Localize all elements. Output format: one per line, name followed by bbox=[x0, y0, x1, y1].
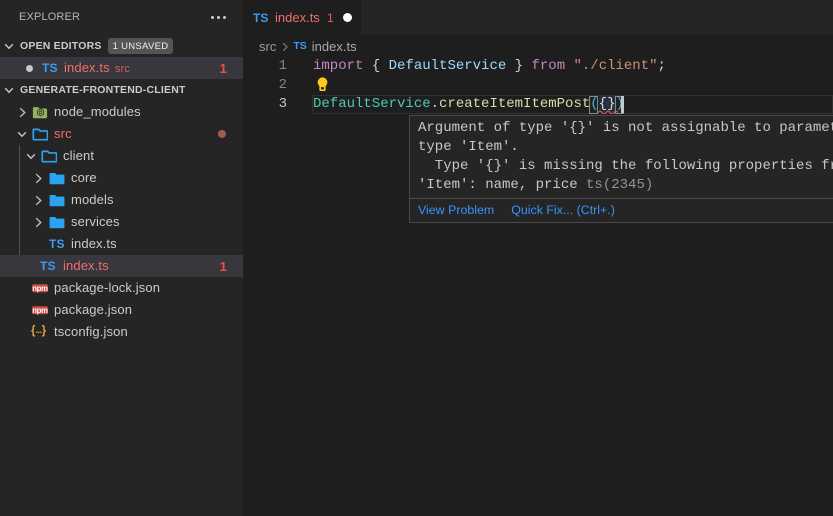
svg-text:npm: npm bbox=[32, 306, 48, 315]
svg-text:npm: npm bbox=[32, 284, 48, 293]
